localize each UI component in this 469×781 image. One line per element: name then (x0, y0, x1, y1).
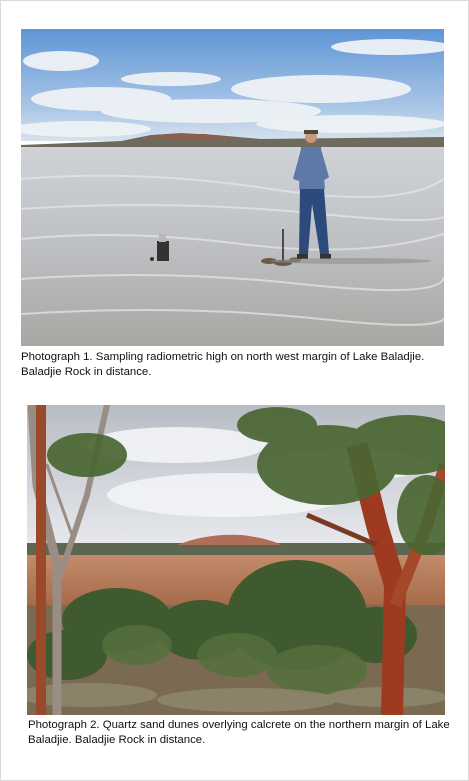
photograph-1-caption: Photograph 1. Sampling radiometric high … (21, 351, 425, 378)
photograph-2 (27, 405, 445, 715)
salt-lake-scene (21, 29, 444, 346)
document-page: Photograph 1. Sampling radiometric high … (0, 0, 469, 781)
photograph-1 (21, 29, 444, 346)
sand-dunes-scene (27, 405, 445, 715)
photograph-2-caption: Photograph 2. Quartz sand dunes overlyin… (28, 719, 450, 746)
